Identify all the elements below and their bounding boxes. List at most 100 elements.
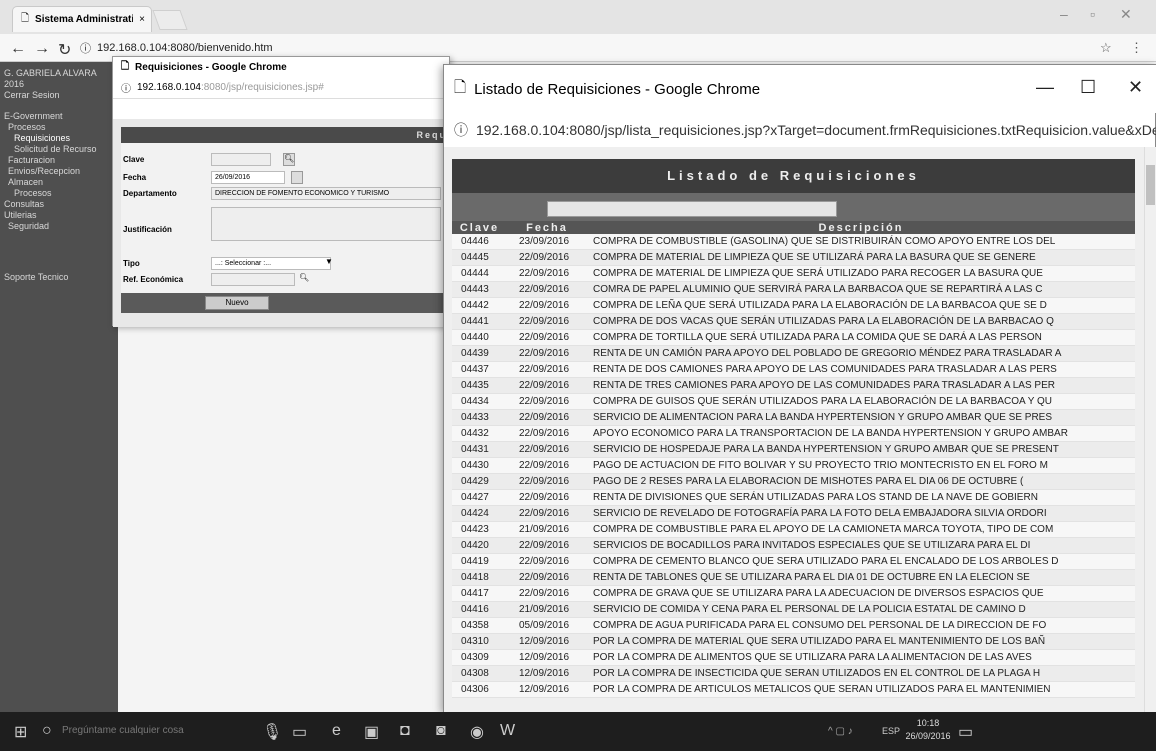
minimize-icon[interactable]: —	[1036, 77, 1054, 98]
clock-time[interactable]: 10:18	[908, 718, 948, 728]
notifications-icon[interactable]: ▭	[958, 722, 973, 742]
sidebar-item-envios[interactable]: Envios/Recepcion	[4, 166, 114, 177]
sidebar-item-utilerias[interactable]: Utilerias	[4, 210, 114, 221]
nuevo-button[interactable]: Nuevo	[205, 296, 269, 310]
ref-input[interactable]	[211, 273, 295, 286]
table-row[interactable]: 04418 22/09/2016 RENTA DE TABLONES QUE SE …	[452, 569, 1135, 586]
file-explorer-icon[interactable]: ▣	[364, 722, 379, 742]
table-row[interactable]: 04439 22/09/2016 RENTA DE UN CAMIÓN PARA A…	[452, 345, 1135, 362]
sidebar-user: G. GABRIELA ALVARA	[4, 68, 97, 78]
justificacion-textarea[interactable]	[211, 207, 441, 241]
table-row[interactable]: 04417 22/09/2016 COMPRA DE GRAVA QUE SE UT…	[452, 585, 1135, 602]
table-row[interactable]: 04440 22/09/2016 COMPRA DE TORTILLA QUE SE…	[452, 329, 1135, 346]
back-icon[interactable]: ←	[10, 40, 26, 58]
table-row[interactable]: 04424 22/09/2016 SERVICIO DE REVELADO DE F…	[452, 505, 1135, 522]
sidebar-item-procesos[interactable]: Procesos	[4, 122, 114, 133]
edge-icon[interactable]: e	[332, 722, 341, 740]
tab-close-icon[interactable]: ×	[139, 14, 145, 25]
table-row[interactable]: 04416 21/09/2016 SERVICIO DE COMIDA Y CENA…	[452, 601, 1135, 618]
table-row[interactable]: 04306 12/09/2016 POR LA COMPRA DE ARTICULO…	[452, 681, 1135, 698]
mic-icon[interactable]: 🎙︎	[262, 722, 282, 742]
row-fecha: 22/09/2016	[507, 345, 587, 362]
sidebar-item-consultas[interactable]: Consultas	[4, 199, 114, 210]
task-view-icon[interactable]: ▭	[292, 722, 307, 742]
row-clave: 04445	[452, 249, 507, 266]
sidebar-item-almacen[interactable]: Almacen	[4, 177, 114, 188]
menu-icon[interactable]: ⋮	[1130, 40, 1143, 56]
url-field[interactable]: ⓘ 192.168.0.104:8080/jsp/requisiciones.j…	[113, 77, 449, 99]
calendar-icon[interactable]	[291, 171, 303, 184]
tipo-select[interactable]: ...: Seleccionar :...	[211, 257, 331, 270]
close-icon[interactable]: ✕	[1128, 77, 1143, 98]
form-footer	[121, 293, 451, 313]
cortana-icon[interactable]: ○	[42, 722, 52, 740]
row-fecha: 22/09/2016	[507, 265, 587, 282]
table-row[interactable]: 04358 05/09/2016 COMPRA DE AGUA PURIFICADA…	[452, 617, 1135, 634]
table-row[interactable]: 04308 12/09/2016 POR LA COMPRA DE INSECTIC…	[452, 665, 1135, 682]
table-row[interactable]: 04433 22/09/2016 SERVICIO DE ALIMENTACION …	[452, 409, 1135, 426]
table-row[interactable]: 04419 22/09/2016 COMPRA DE CEMENTO BLANCO …	[452, 553, 1135, 570]
table-row[interactable]: 04420 22/09/2016 SERVICIOS DE BOCADILLOS P…	[452, 537, 1135, 554]
tab-sistema-administrativo[interactable]: 🗋 Sistema Administrativo ×	[12, 6, 152, 32]
table-row[interactable]: 04446 23/09/2016 COMPRA DE COMBUSTIBLE (GA…	[452, 234, 1135, 250]
row-fecha: 12/09/2016	[507, 665, 587, 682]
forward-icon[interactable]: →	[34, 40, 50, 58]
table-row[interactable]: 04434 22/09/2016 COMPRA DE GUISOS QUE SERÁ…	[452, 393, 1135, 410]
close-icon[interactable]: ✕	[1120, 6, 1132, 23]
table-row[interactable]: 04429 22/09/2016 PAGO DE 2 RESES PARA LA E…	[452, 473, 1135, 490]
chevron-down-icon[interactable]: ▼	[325, 257, 333, 266]
row-fecha: 22/09/2016	[507, 505, 587, 522]
clock-date[interactable]: 26/09/2016	[902, 731, 954, 741]
table-row[interactable]: 04435 22/09/2016 RENTA DE TRES CAMIONES PA…	[452, 377, 1135, 394]
minimize-icon[interactable]: –	[1060, 6, 1068, 22]
scrollbar-thumb[interactable]	[1146, 165, 1155, 205]
reload-icon[interactable]: ↻	[58, 40, 71, 60]
search-input[interactable]	[547, 201, 837, 217]
table-row[interactable]: 04431 22/09/2016 SERVICIO DE HOSPEDAJE PAR…	[452, 441, 1135, 458]
sidebar-item-procesos-almacen[interactable]: Procesos	[4, 188, 114, 199]
sidebar-item-solicitud[interactable]: Solicitud de Recurso	[4, 144, 114, 155]
sidebar-item-facturacion[interactable]: Facturacion	[4, 155, 114, 166]
departamento-input[interactable]: DIRECCION DE FOMENTO ECONOMICO Y TURISMO	[211, 187, 441, 200]
url-field[interactable]: ⓘ 192.168.0.104:8080/bienvenido.htm	[80, 38, 880, 58]
tray-icons[interactable]: ^ ▢ ♪	[828, 726, 853, 737]
sidebar-item-egov[interactable]: E-Government	[4, 111, 114, 122]
app-icon[interactable]: ◙	[436, 722, 446, 740]
maximize-icon[interactable]: ▫	[1090, 6, 1095, 22]
requisiciones-table: Clave Fecha Descripción 04446 23/09/2016 C…	[452, 221, 1135, 698]
star-icon[interactable]: ☆	[1100, 40, 1112, 56]
word-icon[interactable]: W	[500, 722, 515, 740]
table-row[interactable]: 04444 22/09/2016 COMPRA DE MATERIAL DE LIM…	[452, 265, 1135, 282]
sidebar-item-soporte[interactable]: Soporte Tecnico	[4, 272, 114, 283]
table-row[interactable]: 04310 12/09/2016 POR LA COMPRA DE MATERIAL…	[452, 633, 1135, 650]
table-row[interactable]: 04432 22/09/2016 APOYO ECONOMICO PARA LA T…	[452, 425, 1135, 442]
table-row[interactable]: 04309 12/09/2016 POR LA COMPRA DE ALIMENTO…	[452, 649, 1135, 666]
scrollbar[interactable]	[1144, 147, 1156, 713]
row-descripcion: SERVICIO DE REVELADO DE FOTOGRAFÍA PARA …	[587, 505, 1135, 522]
table-row[interactable]: 04442 22/09/2016 COMPRA DE LEÑA QUE SERÁ U…	[452, 297, 1135, 314]
table-row[interactable]: 04427 22/09/2016 RENTA DE DIVISIONES QUE S…	[452, 489, 1135, 506]
row-clave: 04432	[452, 425, 507, 442]
search-icon[interactable]: 🔍︎	[283, 153, 295, 166]
table-row[interactable]: 04430 22/09/2016 PAGO DE ACTUACION DE FITO…	[452, 457, 1135, 474]
row-clave: 04435	[452, 377, 507, 394]
store-icon[interactable]: ◘	[400, 722, 410, 740]
windows-start-icon[interactable]: ⊞	[14, 722, 27, 742]
row-clave: 04430	[452, 457, 507, 474]
maximize-icon[interactable]: ☐	[1080, 77, 1096, 98]
search-box[interactable]: Pregúntame cualquier cosa	[62, 725, 184, 736]
clave-input[interactable]	[211, 153, 271, 166]
fecha-input[interactable]: 26/09/2016	[211, 171, 285, 184]
table-row[interactable]: 04437 22/09/2016 RENTA DE DOS CAMIONES PAR…	[452, 361, 1135, 378]
table-row[interactable]: 04443 22/09/2016 COMRA DE PAPEL ALUMINIO Q…	[452, 281, 1135, 298]
url-field[interactable]: ⓘ 192.168.0.104:8080/jsp/lista_requisici…	[444, 113, 1156, 147]
table-row[interactable]: 04423 21/09/2016 COMPRA DE COMBUSTIBLE PAR…	[452, 521, 1135, 538]
sidebar-logout[interactable]: Cerrar Sesion	[4, 90, 114, 101]
sidebar-item-requisiciones[interactable]: Requisiciones	[4, 133, 114, 144]
chrome-icon[interactable]: ◉	[470, 722, 484, 742]
table-row[interactable]: 04445 22/09/2016 COMPRA DE MATERIAL DE LIM…	[452, 249, 1135, 266]
table-row[interactable]: 04441 22/09/2016 COMPRA DE DOS VACAS QUE S…	[452, 313, 1135, 330]
sidebar-item-seguridad[interactable]: Seguridad	[4, 221, 114, 232]
search-icon[interactable]: 🔍︎	[299, 273, 309, 282]
language-indicator[interactable]: ESP	[882, 726, 900, 736]
